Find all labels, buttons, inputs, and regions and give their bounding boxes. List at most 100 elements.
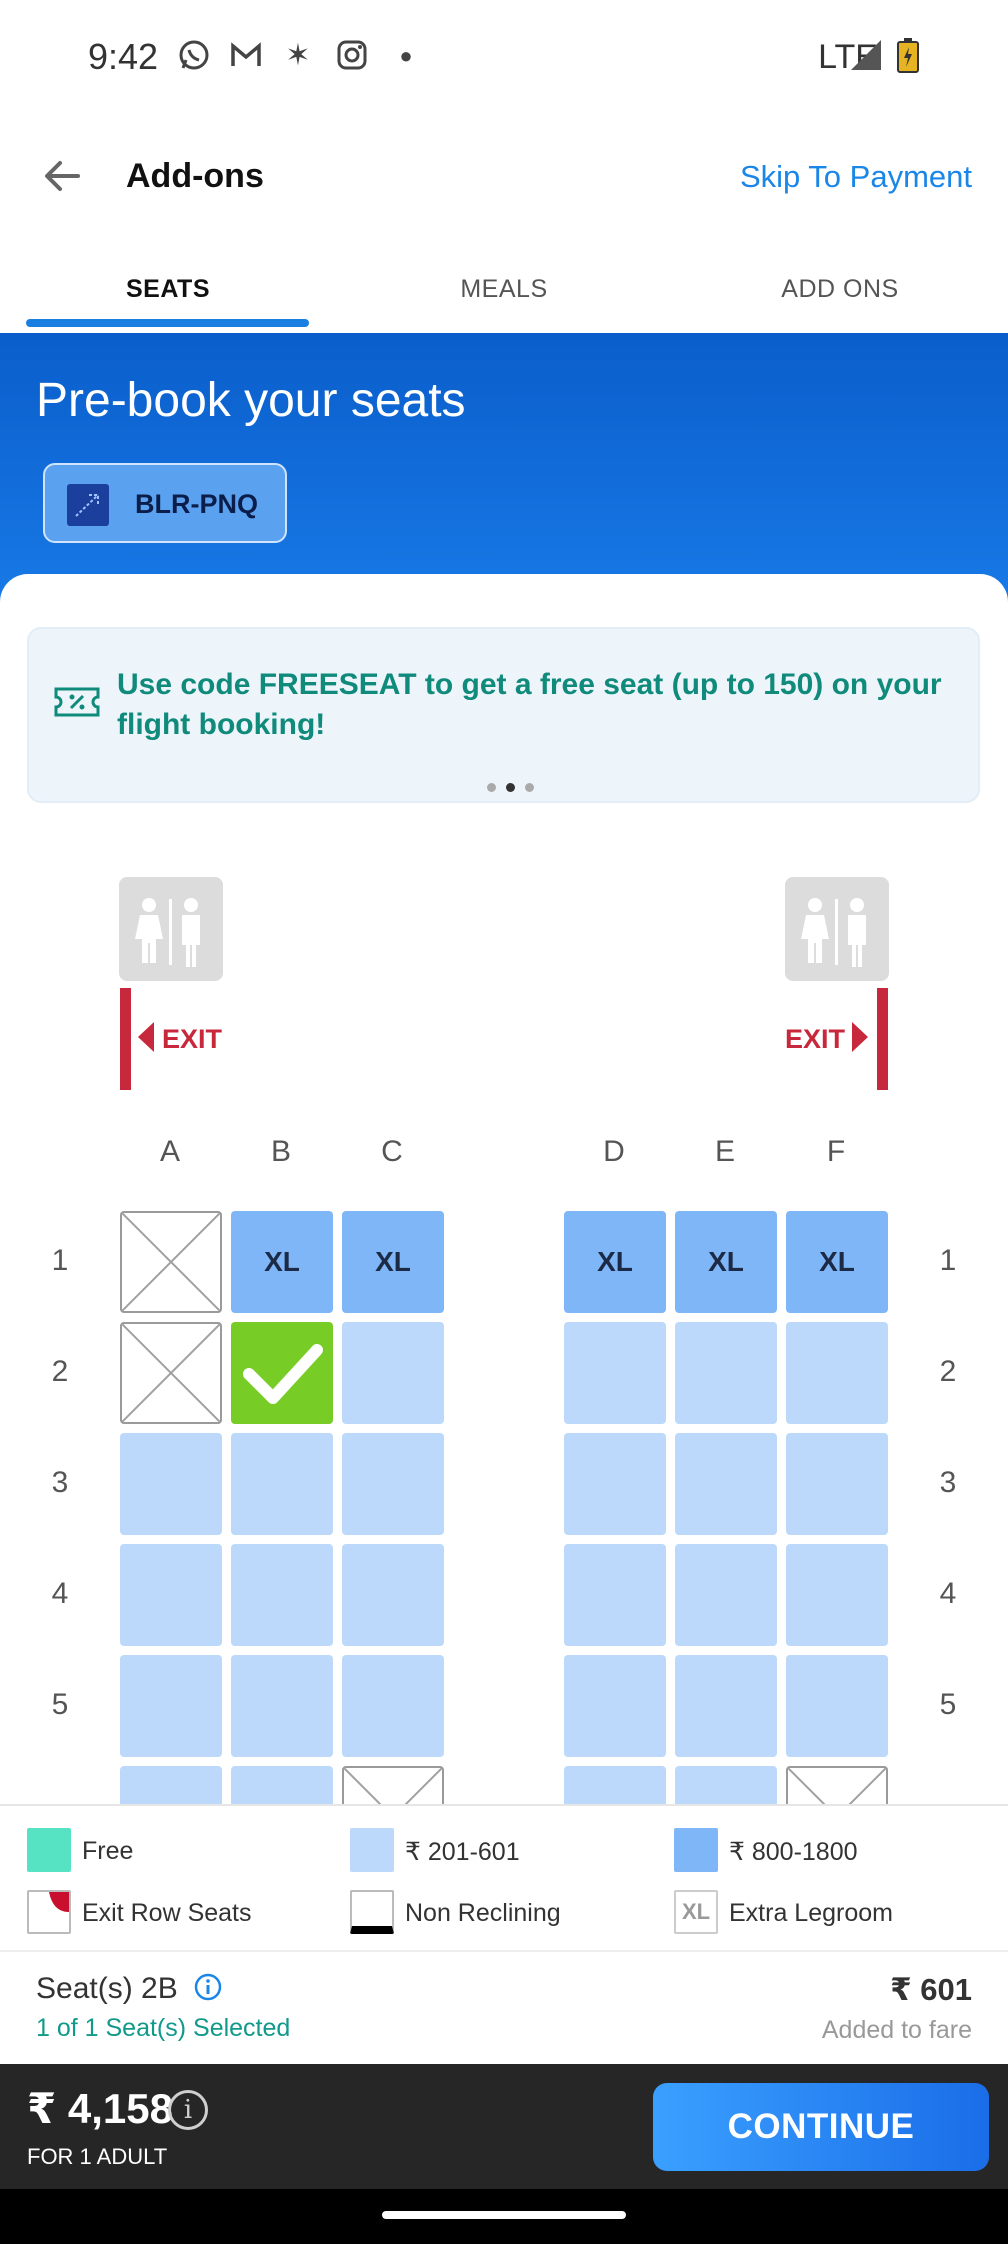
seat-3b[interactable] — [231, 1433, 333, 1535]
seat-4a[interactable] — [120, 1544, 222, 1646]
checkmark-icon — [243, 1344, 323, 1404]
row-number-right: 5 — [939, 1688, 957, 1721]
row-number-right: 4 — [939, 1577, 957, 1610]
seat-price: ₹ 601 — [890, 1972, 972, 2007]
route-chip[interactable]: BLR-PNQ — [43, 463, 287, 543]
instagram-icon — [334, 38, 370, 74]
system-nav-bar — [0, 2189, 1008, 2244]
seat-1e[interactable]: XL — [675, 1211, 777, 1313]
app-bar: Add-ons Skip To Payment — [0, 112, 1008, 242]
seat-4f[interactable] — [786, 1544, 888, 1646]
fare-info-icon[interactable]: i — [168, 2090, 208, 2130]
seat-5a[interactable] — [120, 1655, 222, 1757]
row-number-left: 4 — [51, 1577, 69, 1610]
seat-legend: Free ₹ 201-601 ₹ 800-1800 Exit Row Seats… — [0, 1804, 1008, 1950]
exit-arrow-right-icon — [852, 1022, 868, 1052]
unavailable-cross-icon — [343, 1767, 443, 1804]
row-number-left: 3 — [51, 1466, 69, 1499]
row-number-right: 2 — [939, 1355, 957, 1388]
seat-3f[interactable] — [786, 1433, 888, 1535]
battery-icon — [890, 38, 926, 74]
lavatory-icon — [785, 877, 889, 981]
checkout-bar: ₹ 4,158 i FOR 1 ADULT CONTINUE — [0, 2064, 1008, 2189]
tab-seats[interactable]: SEATS — [0, 275, 336, 304]
row-number-right: 1 — [939, 1244, 957, 1277]
seat-2b[interactable] — [231, 1322, 333, 1424]
tab-bar: SEATS MEALS ADD ONS — [0, 255, 1008, 333]
tab-add-ons[interactable]: ADD ONS — [672, 275, 1008, 304]
exit-row-swatch-icon — [27, 1890, 71, 1934]
row-number-left: 2 — [51, 1355, 69, 1388]
seat-3a[interactable] — [120, 1433, 222, 1535]
row-number-left: 5 — [51, 1688, 69, 1721]
seat-2d[interactable] — [564, 1322, 666, 1424]
pager-dot-active — [506, 783, 515, 792]
skip-to-payment-link[interactable]: Skip To Payment — [740, 159, 972, 195]
seat-5e[interactable] — [675, 1655, 777, 1757]
unavailable-cross-icon — [787, 1767, 887, 1804]
seat-5f[interactable] — [786, 1655, 888, 1757]
seat-4b[interactable] — [231, 1544, 333, 1646]
seat-1a — [120, 1211, 222, 1313]
seat-3e[interactable] — [675, 1433, 777, 1535]
selected-seats-row: Seat(s) 2B — [36, 1972, 222, 2006]
extra-legroom-swatch-icon: XL — [674, 1890, 718, 1934]
seat-6d[interactable] — [564, 1766, 666, 1804]
seat-2e[interactable] — [675, 1322, 777, 1424]
seat-6e[interactable] — [675, 1766, 777, 1804]
seat-4d[interactable] — [564, 1544, 666, 1646]
promo-text: Use code FREESEAT to get a free seat (up… — [117, 668, 942, 741]
exit-marker-right — [877, 988, 888, 1090]
continue-button[interactable]: CONTINUE — [653, 2083, 989, 2171]
legend-label: ₹ 201-601 — [405, 1838, 520, 1866]
page-title: Add-ons — [126, 157, 264, 195]
tab-meals[interactable]: MEALS — [336, 275, 672, 304]
seat-5b[interactable] — [231, 1655, 333, 1757]
selected-count: 1 of 1 Seat(s) Selected — [36, 2014, 291, 2042]
hero-banner: Pre-book your seats BLR-PNQ — [0, 333, 1008, 603]
legend-label: Extra Legroom — [729, 1899, 893, 1927]
seat-1b[interactable]: XL — [231, 1211, 333, 1313]
seat-6b[interactable] — [231, 1766, 333, 1804]
home-handle[interactable] — [382, 2211, 626, 2219]
seat-4e[interactable] — [675, 1544, 777, 1646]
seat-2c[interactable] — [342, 1322, 444, 1424]
seat-6f — [786, 1766, 888, 1804]
column-label-f: F — [826, 1135, 846, 1168]
total-fare: ₹ 4,158 — [27, 2085, 173, 2132]
gmail-icon — [228, 38, 264, 74]
passenger-count: FOR 1 ADULT — [27, 2144, 168, 2169]
whatsapp-icon — [176, 38, 212, 74]
seat-6a[interactable] — [120, 1766, 222, 1804]
selection-summary: Seat(s) 2B 1 of 1 Seat(s) Selected ₹ 601… — [0, 1950, 1008, 2064]
seat-1d[interactable]: XL — [564, 1211, 666, 1313]
plane-takeoff-icon — [67, 484, 109, 526]
app-screen: 9:42 ✶ ● LTE Add-ons Skip To Payment SEA… — [0, 0, 1008, 2244]
legend-label: Exit Row Seats — [82, 1899, 252, 1927]
pinwheel-icon: ✶ — [285, 39, 311, 72]
column-label-e: E — [714, 1135, 735, 1168]
exit-marker-left — [120, 988, 131, 1090]
seat-2f[interactable] — [786, 1322, 888, 1424]
legend-swatch — [350, 1828, 394, 1872]
promo-card[interactable]: Use code FREESEAT to get a free seat (up… — [27, 627, 980, 803]
seat-5c[interactable] — [342, 1655, 444, 1757]
exit-label-right: EXIT — [785, 1024, 846, 1054]
status-bar: 9:42 ✶ ● LTE — [0, 0, 1008, 112]
seat-6c — [342, 1766, 444, 1804]
seat-1f[interactable]: XL — [786, 1211, 888, 1313]
column-label-b: B — [270, 1135, 291, 1168]
row-number-right: 3 — [939, 1466, 957, 1499]
seat-3c[interactable] — [342, 1433, 444, 1535]
seat-1c[interactable]: XL — [342, 1211, 444, 1313]
legend-label: Non Reclining — [405, 1899, 561, 1927]
seat-3d[interactable] — [564, 1433, 666, 1535]
column-label-d: D — [603, 1135, 625, 1168]
arrow-left-icon[interactable] — [38, 152, 86, 200]
lavatory-icon — [119, 877, 223, 981]
promo-pager — [482, 779, 539, 797]
info-icon[interactable] — [194, 1973, 222, 2001]
seat-5d[interactable] — [564, 1655, 666, 1757]
signal-icon — [848, 38, 884, 74]
seat-4c[interactable] — [342, 1544, 444, 1646]
